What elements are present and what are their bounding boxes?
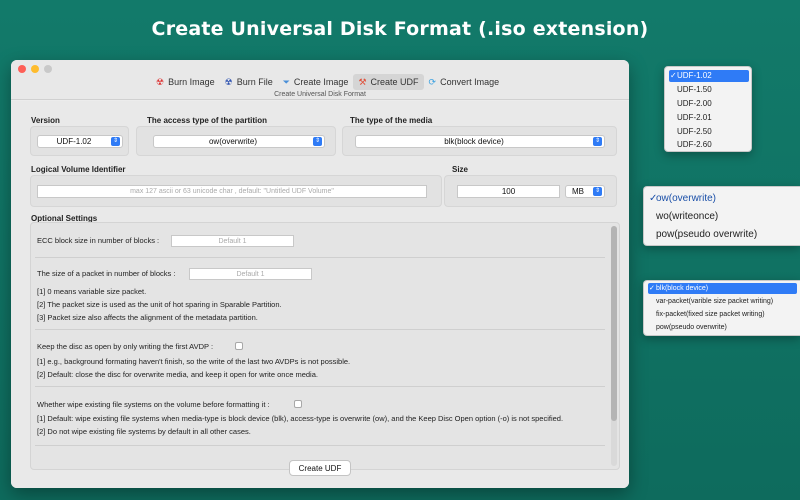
hammer-icon: ⚒ bbox=[358, 76, 367, 87]
menu-item-udf-1-50[interactable]: UDF-1.50 bbox=[669, 84, 712, 96]
media-dropdown-menu: ✓ blk(block device) var-packet(varible s… bbox=[643, 280, 800, 336]
wipe-fs-note-2: [2] Do not wipe existing file systems by… bbox=[37, 427, 251, 436]
menu-item-var-packet[interactable]: var-packet(varible size packet writing) bbox=[648, 296, 773, 307]
packet-note-3: [3] Packet size also affects the alignme… bbox=[37, 313, 258, 322]
menu-item-label: blk(block device) bbox=[656, 285, 709, 292]
ecc-input[interactable]: Default 1 bbox=[171, 235, 294, 247]
size-unit-value: MB bbox=[572, 187, 584, 196]
menu-item-udf-2-60[interactable]: UDF-2.60 bbox=[669, 139, 712, 151]
access-dropdown-menu: ✓ ow(overwrite) wo(writeonce) pow(pseudo… bbox=[643, 186, 800, 246]
menu-item-label: UDF-1.02 bbox=[677, 71, 712, 80]
version-label: Version bbox=[31, 116, 60, 125]
menu-item-fix-packet[interactable]: fix-packet(fixed size packet writing) bbox=[648, 309, 765, 320]
tab-label: Create UDF bbox=[370, 77, 419, 87]
ecc-label: ECC block size in number of blocks : bbox=[37, 236, 160, 245]
minimize-window-button[interactable] bbox=[31, 65, 39, 73]
chevron-updown-icon: ⇕ bbox=[313, 137, 322, 146]
tab-label: Burn File bbox=[236, 77, 273, 87]
access-type-label: The access type of the partition bbox=[147, 116, 268, 125]
version-group: UDF-1.02 ⇕ bbox=[30, 126, 129, 156]
divider bbox=[35, 329, 605, 330]
headline: Create Universal Disk Format (.iso exten… bbox=[151, 18, 649, 40]
tab-convert-image[interactable]: ⟳ Convert Image bbox=[424, 74, 505, 90]
access-value: ow(overwrite) bbox=[208, 137, 257, 146]
scrollbar-thumb[interactable] bbox=[611, 226, 617, 421]
tab-burn-file[interactable]: ☢ Burn File bbox=[220, 74, 278, 90]
media-select[interactable]: blk(block device) ⇕ bbox=[355, 135, 605, 148]
chevron-updown-icon: ⇕ bbox=[111, 137, 120, 146]
lvi-label: Logical Volume Identifier bbox=[31, 165, 126, 174]
keep-open-checkbox[interactable] bbox=[235, 342, 243, 350]
menu-item-wo[interactable]: wo(writeonce) bbox=[648, 210, 718, 224]
menu-item-blk[interactable]: ✓ blk(block device) bbox=[648, 283, 797, 294]
checkmark-icon: ✓ bbox=[649, 193, 658, 204]
tab-create-image[interactable]: ⏷ Create Image bbox=[278, 74, 354, 90]
wipe-fs-checkbox[interactable] bbox=[294, 400, 302, 408]
divider bbox=[35, 445, 605, 446]
toolbar: ☢ Burn Image ☢ Burn File ⏷ Create Image … bbox=[11, 60, 629, 100]
app-window: ☢ Burn Image ☢ Burn File ⏷ Create Image … bbox=[11, 60, 629, 488]
version-select[interactable]: UDF-1.02 ⇕ bbox=[37, 135, 123, 148]
tab-create-udf[interactable]: ⚒ Create UDF bbox=[353, 74, 424, 90]
radiation-icon: ☢ bbox=[156, 76, 165, 87]
funnel-icon: ⏷ bbox=[282, 76, 290, 87]
wipe-fs-label: Whether wipe existing file systems on th… bbox=[37, 400, 270, 409]
media-value: blk(block device) bbox=[444, 137, 504, 146]
wipe-fs-note-1: [1] Default: wipe existing file systems … bbox=[37, 414, 564, 423]
menu-item-pow[interactable]: pow(pseudo overwrite) bbox=[648, 228, 757, 242]
refresh-icon: ⟳ bbox=[428, 76, 437, 87]
checkmark-icon: ✓ bbox=[649, 285, 655, 292]
size-group: 100 MB ⇕ bbox=[444, 175, 617, 207]
zoom-window-button[interactable] bbox=[44, 65, 52, 73]
media-type-label: The type of the media bbox=[350, 116, 433, 125]
tab-burn-image[interactable]: ☢ Burn Image bbox=[151, 74, 220, 90]
menu-item-ow[interactable]: ✓ ow(overwrite) bbox=[648, 192, 716, 206]
create-udf-button[interactable]: Create UDF bbox=[289, 460, 351, 476]
optional-settings-panel: ECC block size in number of blocks : Def… bbox=[30, 222, 620, 470]
divider bbox=[35, 257, 605, 258]
keep-open-label: Keep the disc as open by only writing th… bbox=[37, 342, 214, 351]
tab-label: Create Image bbox=[293, 77, 349, 87]
menu-item-udf-2-50[interactable]: UDF-2.50 bbox=[669, 126, 712, 138]
chevron-updown-icon: ⇕ bbox=[593, 137, 602, 146]
packet-note-1: [1] 0 means variable size packet. bbox=[37, 287, 147, 296]
menu-item-udf-2-01[interactable]: UDF-2.01 bbox=[669, 112, 712, 124]
size-input[interactable]: 100 bbox=[457, 185, 560, 198]
access-group: ow(overwrite) ⇕ bbox=[136, 126, 336, 156]
keep-open-note-2: [2] Default: close the disc for overwrit… bbox=[37, 370, 318, 379]
divider bbox=[35, 386, 605, 387]
version-dropdown-menu: ✓ UDF-1.02 UDF-1.50 UDF-2.00 UDF-2.01 UD… bbox=[664, 66, 752, 152]
tab-label: Convert Image bbox=[440, 77, 500, 87]
chevron-updown-icon: ⇕ bbox=[593, 187, 602, 196]
keep-open-note-1: [1] e.g., background formating haven't f… bbox=[37, 357, 351, 366]
menu-item-label: ow(overwrite) bbox=[656, 193, 717, 204]
version-value: UDF-1.02 bbox=[56, 137, 92, 146]
lvi-group: max 127 ascii or 63 unicode char , defau… bbox=[30, 175, 442, 207]
packet-note-2: [2] The packet size is used as the unit … bbox=[37, 300, 282, 309]
lvi-input[interactable]: max 127 ascii or 63 unicode char , defau… bbox=[37, 185, 427, 198]
window-subtitle: Create Universal Disk Format bbox=[274, 91, 366, 98]
burn-file-icon: ☢ bbox=[224, 76, 233, 87]
tab-label: Burn Image bbox=[168, 77, 215, 87]
window-controls bbox=[18, 65, 52, 73]
size-label: Size bbox=[452, 165, 469, 174]
menu-item-udf-1-02[interactable]: ✓ UDF-1.02 bbox=[669, 70, 749, 82]
main-content: Version The access type of the partition… bbox=[11, 101, 629, 488]
size-unit-select[interactable]: MB ⇕ bbox=[565, 185, 605, 198]
tab-bar: ☢ Burn Image ☢ Burn File ⏷ Create Image … bbox=[151, 74, 504, 90]
menu-item-udf-2-00[interactable]: UDF-2.00 bbox=[669, 98, 712, 110]
packet-size-label: The size of a packet in number of blocks… bbox=[37, 269, 176, 278]
checkmark-icon: ✓ bbox=[670, 71, 677, 80]
menu-item-pow-media[interactable]: pow(pseudo overwrite) bbox=[648, 322, 727, 333]
media-group: blk(block device) ⇕ bbox=[342, 126, 617, 156]
close-window-button[interactable] bbox=[18, 65, 26, 73]
access-select[interactable]: ow(overwrite) ⇕ bbox=[153, 135, 325, 148]
packet-size-input[interactable]: Default 1 bbox=[189, 268, 312, 280]
